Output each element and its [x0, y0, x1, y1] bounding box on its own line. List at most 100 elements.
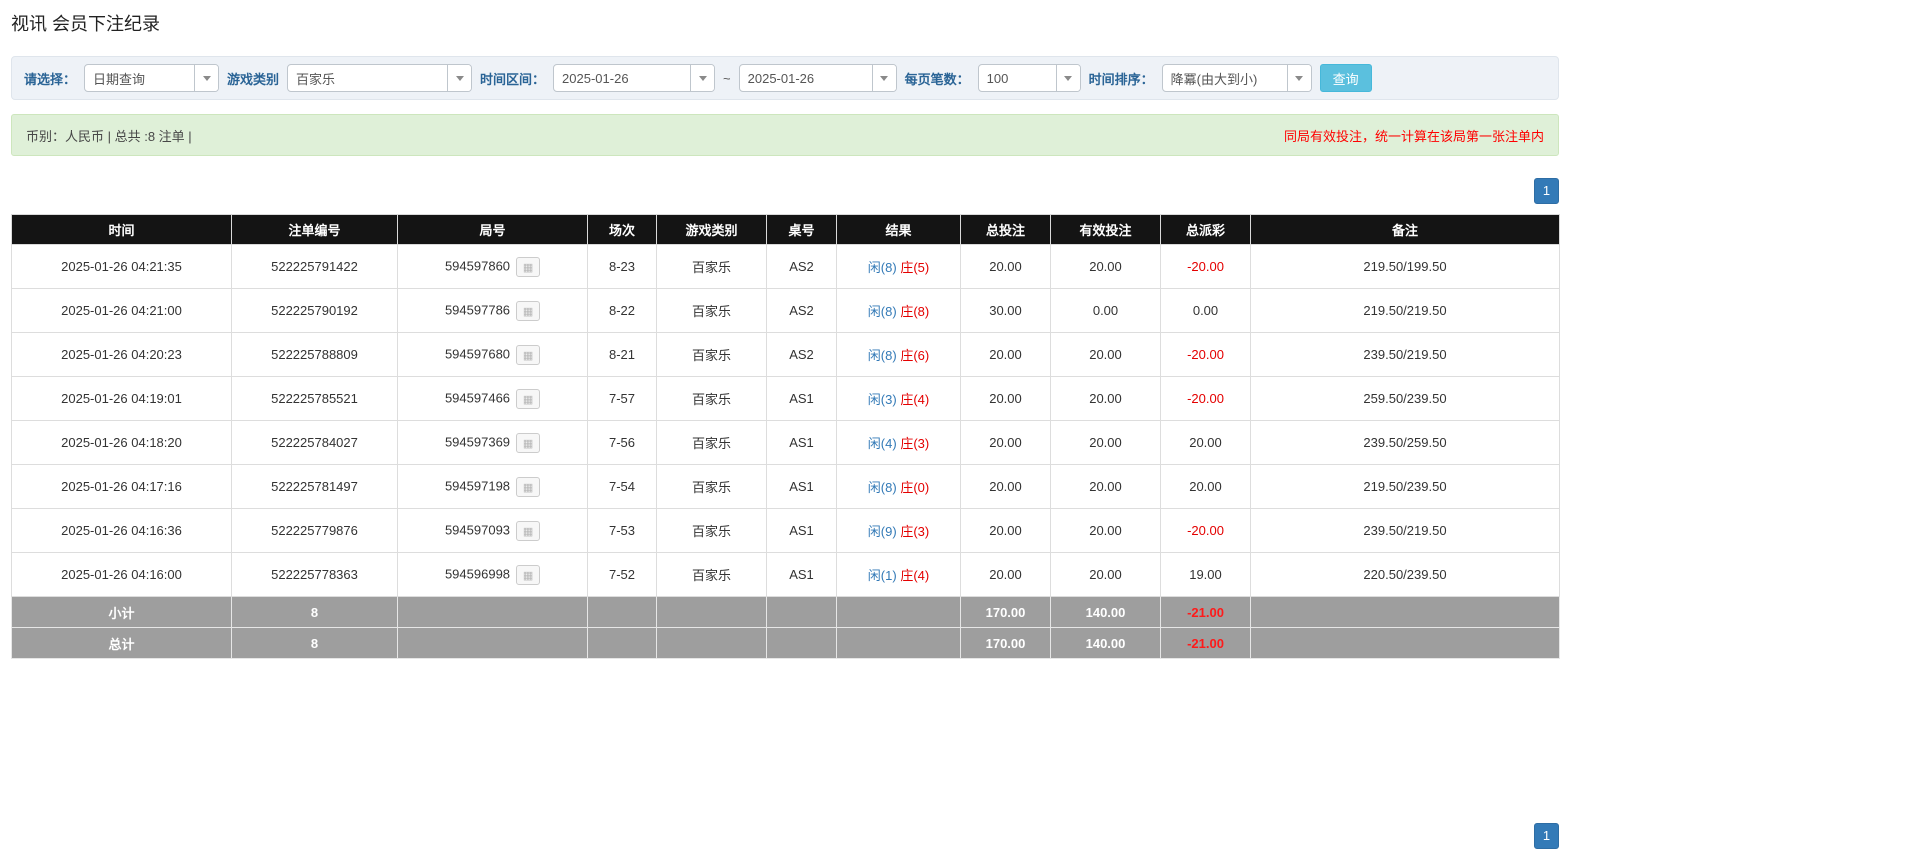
cell-result: 闲(4) 庄(3)	[837, 421, 961, 465]
chevron-down-icon[interactable]	[1287, 65, 1311, 91]
cell-round: 594596998▦	[398, 553, 588, 597]
cell-session: 7-53	[588, 509, 657, 553]
cell-payout: 19.00	[1161, 553, 1251, 597]
cell-game-type: 百家乐	[657, 509, 767, 553]
chevron-down-icon[interactable]	[690, 65, 714, 91]
cell-remark: 239.50/219.50	[1251, 333, 1560, 377]
result-banker: 庄(4)	[900, 568, 929, 583]
page-size-select[interactable]: 100	[978, 64, 1081, 92]
result-banker: 庄(6)	[900, 348, 929, 363]
search-button[interactable]: 查询	[1320, 64, 1372, 92]
cell-payout: 0.00	[1161, 289, 1251, 333]
subtotal-payout: -21.00	[1161, 597, 1251, 628]
cell-time: 2025-01-26 04:16:36	[12, 509, 232, 553]
cell-remark: 219.50/219.50	[1251, 289, 1560, 333]
column-header: 总投注	[961, 215, 1051, 245]
filter-bar: 请选择： 日期查询 游戏类别 百家乐 时间区间： 2025-01-26 ~ 20…	[11, 56, 1559, 100]
date-to-value: 2025-01-26	[740, 65, 872, 91]
cell-valid-bet: 0.00	[1051, 289, 1161, 333]
result-banker: 庄(3)	[900, 436, 929, 451]
cell-total-bet[interactable]: 20.00	[961, 333, 1051, 377]
round-number: 594597860	[445, 258, 510, 273]
pagination-top: 1	[11, 178, 1559, 204]
cell-time: 2025-01-26 04:21:00	[12, 289, 232, 333]
result-banker: 庄(5)	[900, 260, 929, 275]
time-sort-select[interactable]: 降冪(由大到小)	[1162, 64, 1312, 92]
view-cards-button[interactable]: ▦	[516, 257, 540, 277]
cell-bet-id: 522225788809	[232, 333, 398, 377]
subtotal-total-bet: 170.00	[961, 597, 1051, 628]
page-1-button[interactable]: 1	[1534, 178, 1559, 204]
cell-result: 闲(3) 庄(4)	[837, 377, 961, 421]
column-header: 有效投注	[1051, 215, 1161, 245]
cell-valid-bet: 20.00	[1051, 553, 1161, 597]
view-cards-button[interactable]: ▦	[516, 433, 540, 453]
cell-payout: 20.00	[1161, 421, 1251, 465]
cell-table-number: AS2	[767, 289, 837, 333]
view-cards-button[interactable]: ▦	[516, 477, 540, 497]
cell-remark: 219.50/199.50	[1251, 245, 1560, 289]
page-1-button[interactable]: 1	[1534, 823, 1559, 849]
cell-game-type: 百家乐	[657, 465, 767, 509]
view-cards-button[interactable]: ▦	[516, 521, 540, 541]
date-to-select[interactable]: 2025-01-26	[739, 64, 897, 92]
round-number: 594597680	[445, 346, 510, 361]
cell-total-bet[interactable]: 20.00	[961, 465, 1051, 509]
result-banker: 庄(0)	[900, 480, 929, 495]
query-type-select[interactable]: 日期查询	[84, 64, 219, 92]
total-count: 8	[232, 628, 398, 659]
cards-icon: ▦	[523, 394, 533, 406]
cell-session: 7-52	[588, 553, 657, 597]
view-cards-button[interactable]: ▦	[516, 301, 540, 321]
view-cards-button[interactable]: ▦	[516, 389, 540, 409]
time-sort-label: 时间排序：	[1089, 69, 1154, 88]
cell-remark: 239.50/219.50	[1251, 509, 1560, 553]
subtotal-row: 小计 8 170.00 140.00 -21.00	[12, 597, 1560, 628]
cell-round: 594597680 ▦	[398, 333, 588, 377]
chevron-down-icon[interactable]	[194, 65, 218, 91]
view-cards-button[interactable]: ▦	[516, 345, 540, 365]
cards-icon: ▦	[523, 262, 533, 274]
cell-time: 2025-01-26 04:17:16	[12, 465, 232, 509]
chevron-down-icon[interactable]	[447, 65, 471, 91]
cell-result: 闲(8) 庄(5)	[837, 245, 961, 289]
cell-session: 8-23	[588, 245, 657, 289]
cell-remark: 239.50/259.50	[1251, 421, 1560, 465]
cell-total-bet[interactable]: 30.00	[961, 289, 1051, 333]
subtotal-label: 小计	[12, 597, 232, 628]
cell-valid-bet: 20.00	[1051, 245, 1161, 289]
cell-valid-bet: 20.00	[1051, 465, 1161, 509]
cell-bet-id: 522225791422	[232, 245, 398, 289]
view-cards-button[interactable]: ▦	[516, 565, 540, 585]
cell-payout: -20.00	[1161, 333, 1251, 377]
date-from-select[interactable]: 2025-01-26	[553, 64, 715, 92]
result-player: 闲(8)	[868, 260, 897, 275]
page-size-value: 100	[979, 65, 1056, 91]
cell-payout: -20.00	[1161, 509, 1251, 553]
cell-total-bet[interactable]: 20.00	[961, 421, 1051, 465]
cell-table-number: AS2	[767, 245, 837, 289]
cell-game-type: 百家乐	[657, 553, 767, 597]
summary-bar: 币别：人民币 | 总共 :8 注单 | 同局有效投注，统一计算在该局第一张注单内	[11, 114, 1559, 156]
cell-total-bet[interactable]: 20.00	[961, 245, 1051, 289]
column-header: 局号	[398, 215, 588, 245]
date-range-tilde: ~	[723, 71, 731, 86]
table-row: 2025-01-26 04:17:16 522225781497 5945971…	[12, 465, 1560, 509]
cell-session: 7-57	[588, 377, 657, 421]
page-container: 视讯 会员下注纪录 请选择： 日期查询 游戏类别 百家乐 时间区间： 2025-…	[11, 10, 1559, 849]
cell-remark: 220.50/239.50	[1251, 553, 1560, 597]
chevron-down-icon[interactable]	[1056, 65, 1080, 91]
cell-time: 2025-01-26 04:19:01	[12, 377, 232, 421]
cell-total-bet[interactable]: 20.00	[961, 553, 1051, 597]
result-player: 闲(9)	[868, 524, 897, 539]
cell-payout: -20.00	[1161, 245, 1251, 289]
game-type-select[interactable]: 百家乐	[287, 64, 472, 92]
cell-total-bet[interactable]: 20.00	[961, 509, 1051, 553]
cell-total-bet[interactable]: 20.00	[961, 377, 1051, 421]
cell-round: 594597198▦	[398, 465, 588, 509]
pagination-bottom: 1	[11, 823, 1559, 849]
result-player: 闲(8)	[868, 304, 897, 319]
chevron-down-icon[interactable]	[872, 65, 896, 91]
cell-bet-id: 522225781497	[232, 465, 398, 509]
cell-table-number: AS1	[767, 377, 837, 421]
